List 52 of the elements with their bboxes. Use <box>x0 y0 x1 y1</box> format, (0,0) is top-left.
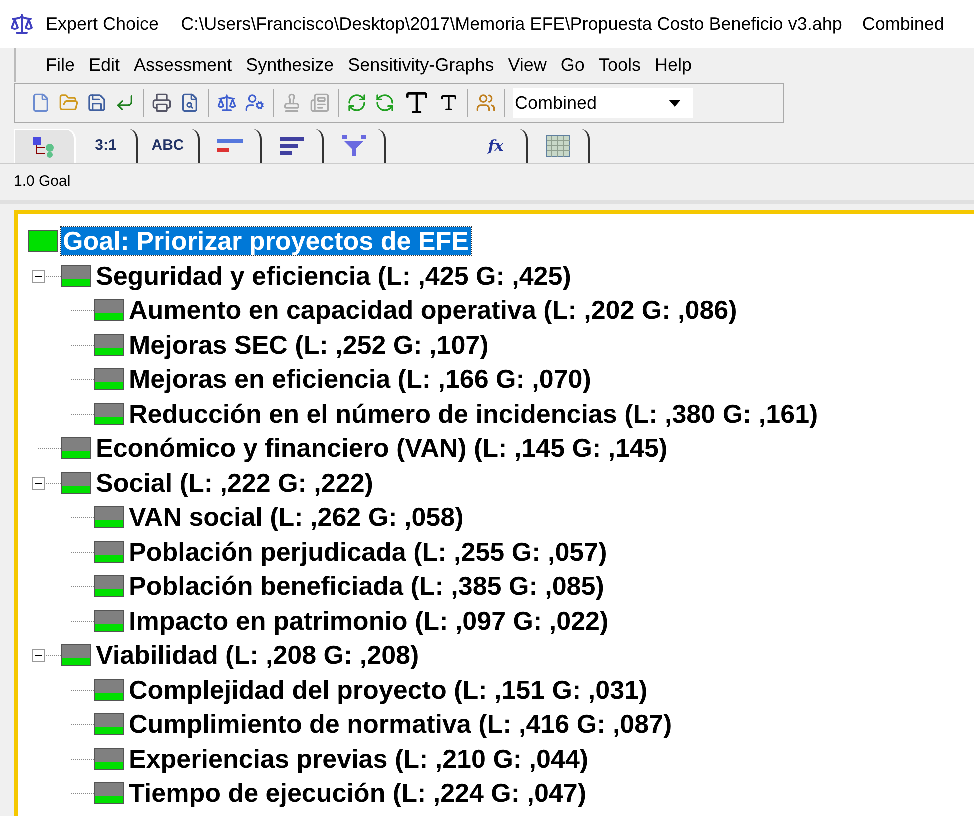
tree-node-label[interactable]: Goal: Priorizar proyectos de EFE <box>61 227 471 256</box>
bar-chart-icon <box>217 138 243 154</box>
funnel-icon <box>342 135 366 157</box>
scale-icon <box>10 12 34 36</box>
tree-node-label[interactable]: Mejoras SEC (L: ,252 G: ,107) <box>127 330 491 359</box>
tree-node-label[interactable]: Experiencias previas (L: ,210 G: ,044) <box>127 744 591 773</box>
dropdown-arrow-icon <box>669 100 681 106</box>
refresh-icon[interactable] <box>347 93 367 113</box>
tree-node-label[interactable]: Reducción en el número de incidencias (L: ,380 G: ,161) <box>127 400 820 428</box>
menu-item[interactable]: Synthesize <box>246 52 334 78</box>
tree-node-label[interactable]: Económico y financiero (VAN) (L: ,145 G: ,145) <box>94 434 670 462</box>
print-preview-icon[interactable] <box>180 93 200 113</box>
printer-icon[interactable] <box>152 93 172 113</box>
tree-node-label[interactable]: Tiempo de ejecución (L: ,224 G: ,047) <box>127 779 589 808</box>
window-mode: Combined <box>862 12 944 36</box>
save-icon[interactable] <box>87 93 107 113</box>
menu-item[interactable]: View <box>508 52 547 78</box>
menu-item[interactable]: Tools <box>598 52 641 78</box>
tree-node-label[interactable]: Complejidad del proyecto (L: ,151 G: ,031) <box>127 676 650 704</box>
priority-icon <box>28 230 58 252</box>
menu-item[interactable]: Edit <box>89 52 120 78</box>
tree-node-label[interactable]: Seguridad y eficiencia (L: ,425 G: ,425) <box>94 262 574 290</box>
menu-item[interactable]: Help <box>654 52 692 78</box>
menu-item[interactable]: Go <box>560 52 585 78</box>
menu-item[interactable]: Assessment <box>134 52 232 78</box>
font-smaller-icon[interactable] <box>439 93 459 113</box>
tree-node-label[interactable]: Social (L: ,222 G: ,222) <box>94 468 376 497</box>
tree-node-label[interactable]: Viabilidad (L: ,208 G: ,208) <box>94 641 422 670</box>
collapse-toggle[interactable] <box>32 649 45 662</box>
refresh-icon[interactable] <box>375 93 395 113</box>
tree-node-label[interactable]: Población beneficiada (L: ,385 G: ,085) <box>127 572 606 600</box>
menu-item[interactable]: Sensitivity-Graphs <box>348 52 494 78</box>
new-file-icon[interactable] <box>31 93 51 113</box>
tree-node-label[interactable]: Población perjudicada (L: ,255 G: ,057) <box>127 538 610 566</box>
tree-node-label[interactable]: Cumplimiento de normativa (L: ,416 G: ,087) <box>127 710 674 738</box>
user-scale-icon[interactable] <box>245 93 265 113</box>
tree-node-label[interactable]: Impacto en patrimonio (L: ,097 G: ,022) <box>127 606 611 635</box>
tree-node-label[interactable]: VAN social (L: ,262 G: ,058) <box>127 503 466 532</box>
menu-item[interactable]: File <box>46 52 76 78</box>
return-arrow-icon[interactable] <box>115 93 135 113</box>
collapse-toggle[interactable] <box>32 476 45 490</box>
bar-chart-icon <box>280 137 304 155</box>
file-path: C:\Users\Francisco\Desktop\2017\Memoria EFE\Propuesta Costo Beneficio v3.ahp <box>181 12 842 36</box>
window-title: Expert Choice <box>46 12 160 36</box>
breadcrumb: 1.0 Goal <box>14 172 71 192</box>
users-icon[interactable] <box>476 93 496 113</box>
tree-node-label[interactable]: Mejoras en eficiencia (L: ,166 G: ,070) <box>127 365 594 394</box>
scale-icon[interactable] <box>217 93 237 113</box>
collapse-toggle[interactable] <box>32 270 45 282</box>
grid-icon <box>546 135 570 157</box>
combo-box[interactable]: Combined <box>513 88 693 118</box>
tree-node-label[interactable]: Aumento en capacidad operativa (L: ,202 G: ,086) <box>127 296 740 324</box>
